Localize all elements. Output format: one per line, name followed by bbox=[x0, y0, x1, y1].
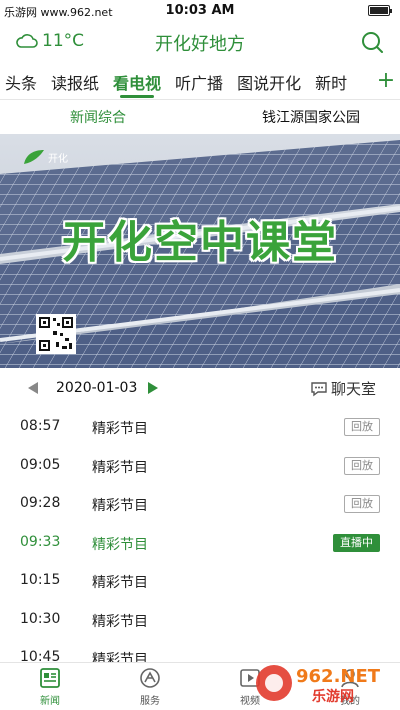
replay-button[interactable]: 回放 bbox=[344, 418, 380, 436]
battery-icon bbox=[368, 5, 392, 16]
schedule-row-live[interactable]: 09:33 精彩节目 直播中 bbox=[0, 524, 400, 563]
status-bar: 乐游网 www.962.net 10:03 AM bbox=[0, 0, 400, 22]
date-selector: 2020-01-03 聊天室 bbox=[0, 374, 400, 406]
program-schedule: 08:57 精彩节目 回放 09:05 精彩节目 回放 09:28 精彩节目 回… bbox=[0, 408, 400, 678]
service-icon bbox=[140, 668, 160, 688]
program-time: 08:57 bbox=[20, 418, 61, 434]
program-title: 精彩节目 bbox=[92, 536, 148, 553]
program-title: 精彩节目 bbox=[92, 498, 148, 514]
search-icon[interactable] bbox=[360, 30, 384, 54]
svg-text:乐游网: 乐游网 bbox=[312, 688, 354, 705]
program-title: 精彩节目 bbox=[92, 575, 148, 591]
schedule-row[interactable]: 10:15 精彩节目 bbox=[0, 562, 400, 601]
program-time: 10:15 bbox=[20, 572, 61, 588]
subtab-news[interactable]: 新闻综合 bbox=[70, 107, 126, 127]
program-time: 09:28 bbox=[20, 495, 61, 511]
chat-room-button[interactable]: 聊天室 bbox=[310, 378, 376, 399]
replay-button[interactable]: 回放 bbox=[344, 456, 380, 475]
channel-tab[interactable]: 听广播 bbox=[168, 70, 230, 98]
add-channel-button[interactable]: + bbox=[372, 62, 400, 99]
qr-code-icon bbox=[36, 314, 76, 354]
replay-button[interactable]: 回放 bbox=[344, 495, 380, 513]
program-title: 精彩节目 bbox=[92, 421, 148, 437]
logo-text: 开化 bbox=[48, 153, 68, 165]
channel-tab[interactable]: 图说开化 bbox=[230, 70, 308, 98]
schedule-row[interactable]: 09:28 精彩节目 回放 bbox=[0, 485, 400, 524]
station-logo: 开化 bbox=[22, 148, 68, 166]
channel-tab-active[interactable]: 看电视 bbox=[106, 70, 168, 98]
channel-tab[interactable]: 头条 bbox=[0, 70, 44, 98]
app-header: 11°C 开化好地方 bbox=[0, 22, 400, 62]
svg-text:962.NET: 962.NET bbox=[296, 666, 381, 687]
live-badge[interactable]: 直播中 bbox=[333, 533, 380, 552]
news-icon bbox=[40, 668, 60, 688]
current-date: 2020-01-03 bbox=[56, 380, 138, 396]
channel-tab[interactable]: 读报纸 bbox=[44, 70, 106, 98]
tab-service[interactable]: 服务 bbox=[120, 667, 180, 707]
schedule-row[interactable]: 09:05 精彩节目 回放 bbox=[0, 447, 400, 486]
schedule-row[interactable]: 10:30 精彩节目 bbox=[0, 601, 400, 640]
program-time: 10:30 bbox=[20, 610, 61, 627]
next-date-icon[interactable] bbox=[148, 382, 158, 394]
tab-news-label: 新闻 bbox=[40, 696, 60, 707]
subtab-park[interactable]: 钱江源国家公园 bbox=[262, 107, 360, 127]
page-title: 开化好地方 bbox=[155, 34, 245, 55]
schedule-row[interactable]: 08:57 精彩节目 回放 bbox=[0, 408, 400, 447]
video-player[interactable]: 开化 开化空中课堂 bbox=[0, 134, 400, 368]
site-watermark-logo: 962.NET 乐游网 bbox=[256, 665, 381, 705]
channel-tab[interactable]: 新时 bbox=[308, 70, 354, 98]
prev-date-icon[interactable] bbox=[28, 382, 38, 394]
program-time: 09:05 bbox=[20, 456, 61, 473]
tab-service-label: 服务 bbox=[140, 696, 160, 707]
video-caption: 开化空中课堂 bbox=[62, 217, 338, 268]
clock: 10:03 AM bbox=[165, 3, 235, 18]
sub-tabs: 新闻综合 钱江源国家公园 bbox=[0, 100, 400, 134]
chat-bubble-icon bbox=[311, 381, 327, 396]
leaf-icon bbox=[24, 150, 44, 164]
chat-room-label: 聊天室 bbox=[330, 380, 376, 398]
program-title: 精彩节目 bbox=[92, 459, 148, 476]
tab-news[interactable]: 新闻 bbox=[20, 667, 80, 707]
program-title: 精彩节目 bbox=[92, 613, 148, 630]
channel-tabs: 头条 读报纸 看电视 听广播 图说开化 新时 + bbox=[0, 62, 400, 100]
program-time: 09:33 bbox=[20, 533, 61, 550]
